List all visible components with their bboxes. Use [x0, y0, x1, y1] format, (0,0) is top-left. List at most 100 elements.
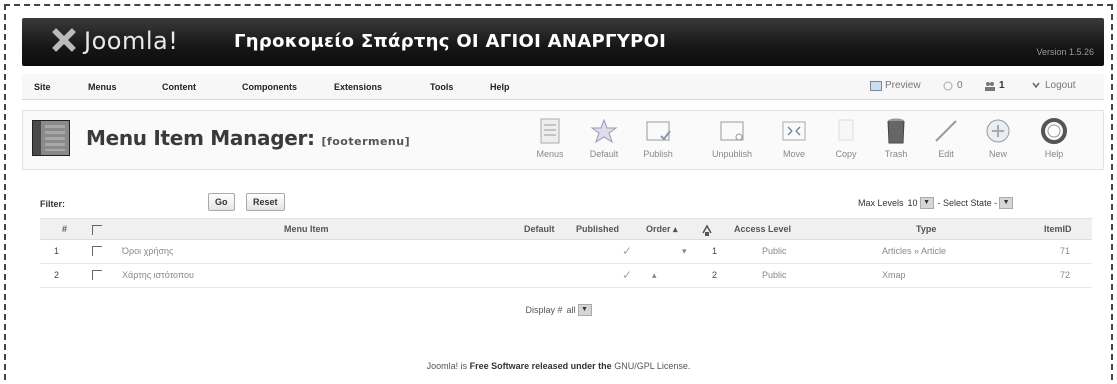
site-name: Γηροκομείο Σπάρτης ΟΙ ΑΓΙΟΙ ΑΝΑΡΓΥΡΟΙ	[234, 31, 667, 52]
toolbar-edit-label: Edit	[938, 149, 954, 159]
users-icon	[985, 81, 995, 91]
toolbar-edit-button[interactable]: Edit	[922, 116, 970, 159]
header-type[interactable]: Type	[916, 224, 936, 234]
messages-count: 0	[957, 80, 963, 91]
toolbar-publish-button[interactable]: Publish	[634, 116, 682, 159]
header-default: Default	[524, 224, 555, 234]
levels-filter: Max Levels 10 ▼ - Select State - ▼	[858, 197, 1014, 209]
order-down-arrow[interactable]: ▾	[682, 246, 687, 257]
menu-help[interactable]: Help	[490, 82, 510, 92]
go-button[interactable]: Go	[208, 193, 235, 211]
joomla-logo-icon	[52, 28, 76, 52]
menus-icon	[540, 118, 560, 144]
logout-icon	[1032, 82, 1040, 88]
row-type: Articles » Article	[882, 246, 947, 256]
menu-tools[interactable]: Tools	[430, 82, 453, 92]
toolbar-trash-button[interactable]: Trash	[872, 116, 920, 159]
display-limit-value: all	[566, 305, 576, 315]
menu-items-table: # Menu Item Default Published Order ▴ Ac…	[40, 218, 1092, 288]
messages-link[interactable]: 0	[942, 80, 963, 91]
header-access-level[interactable]: Access Level	[734, 224, 791, 234]
logout-link[interactable]: Logout	[1030, 80, 1076, 91]
published-check-icon[interactable]: ✓	[622, 244, 632, 258]
order-up-arrow[interactable]: ▴	[652, 270, 657, 281]
header-order-label: Order	[646, 224, 671, 234]
published-check-icon[interactable]: ✓	[622, 268, 632, 282]
chevron-down-icon: ▼	[999, 197, 1014, 209]
footer-bold: Free Software released under the	[469, 361, 612, 371]
messages-icon	[943, 81, 953, 90]
pagination-display: Display # all ▼	[0, 304, 1117, 316]
display-limit-select[interactable]: all ▼	[567, 304, 592, 316]
page-title: Menu Item Manager: [footermenu]	[86, 126, 410, 150]
page-title-text: Menu Item Manager:	[86, 126, 315, 150]
toolbar-menus-label: Menus	[536, 149, 564, 159]
joomla-brand: Joomla!	[84, 27, 179, 55]
reset-button[interactable]: Reset	[246, 193, 285, 211]
edit-pencil-icon	[935, 120, 957, 142]
row-itemid: 72	[1060, 270, 1071, 280]
toolbar-move-button[interactable]: Move	[770, 116, 818, 159]
copy-icon	[838, 119, 854, 141]
menu-site[interactable]: Site	[34, 82, 51, 92]
row-type: Xmap	[882, 270, 906, 280]
select-all-checkbox[interactable]	[92, 225, 102, 235]
save-order-icon[interactable]	[700, 223, 714, 237]
row-order[interactable]: 2	[712, 270, 717, 280]
header-published[interactable]: Published	[576, 224, 619, 234]
version-label: Version 1.5.26	[1036, 47, 1094, 57]
preview-link[interactable]: Preview	[870, 80, 921, 91]
row-checkbox[interactable]	[92, 270, 102, 280]
header-menu-item[interactable]: Menu Item	[284, 224, 329, 234]
menu-content[interactable]: Content	[162, 82, 196, 92]
row-order[interactable]: 1	[712, 246, 717, 256]
display-label: Display #	[525, 305, 563, 315]
row-access-level[interactable]: Public	[762, 246, 787, 256]
users-link[interactable]: 1	[984, 80, 1005, 91]
menu-components[interactable]: Components	[242, 82, 297, 92]
toolbar-publish-label: Publish	[643, 149, 673, 159]
row-menu-item-link[interactable]: Χάρτης ιστότοπου	[122, 270, 194, 280]
header-num: #	[62, 224, 68, 234]
toolbar-help-button[interactable]: Help	[1030, 116, 1078, 159]
gpl-license-link[interactable]: GNU/GPL License.	[614, 361, 690, 371]
footer-prefix: Joomla! is	[426, 361, 468, 371]
row-checkbox[interactable]	[92, 246, 102, 256]
move-icon	[782, 121, 806, 141]
menu-menus[interactable]: Menus	[88, 82, 117, 92]
toolbar-help-label: Help	[1044, 149, 1064, 159]
toolbar-default-label: Default	[589, 149, 619, 159]
filter-input[interactable]	[70, 194, 198, 212]
row-menu-item-link[interactable]: Όροι χρήσης	[122, 246, 173, 256]
admin-menubar: Site Menus Content Components Extensions…	[22, 74, 1104, 100]
menu-extensions[interactable]: Extensions	[334, 82, 382, 92]
help-lifebuoy-icon	[1041, 118, 1067, 144]
toolbar-menus-button[interactable]: Menus	[526, 116, 574, 159]
max-levels-label: Max Levels	[858, 198, 904, 208]
max-levels-select[interactable]: 10 ▼	[908, 197, 934, 209]
star-icon	[590, 118, 618, 144]
publish-icon	[646, 121, 671, 141]
users-count: 1	[999, 80, 1005, 91]
page-subtitle: [footermenu]	[321, 135, 411, 148]
chevron-down-icon: ▼	[919, 197, 934, 209]
toolbar-unpublish-label: Unpublish	[711, 149, 753, 159]
row-num: 1	[54, 246, 60, 256]
unpublish-icon	[720, 121, 744, 141]
toolbar-default-button[interactable]: Default	[580, 116, 628, 159]
header-itemid[interactable]: ItemID	[1044, 224, 1072, 234]
new-plus-icon	[986, 119, 1010, 143]
row-access-level[interactable]: Public	[762, 270, 787, 280]
toolbar-new-label: New	[988, 149, 1007, 159]
toolbar-new-button[interactable]: New	[974, 116, 1022, 159]
header-order[interactable]: Order ▴	[646, 224, 678, 235]
state-select-value: - Select State -	[937, 198, 998, 208]
table-row: 2 Χάρτης ιστότοπου ✓ ▴ 2 Public Xmap 72	[40, 264, 1092, 288]
toolbar-copy-button[interactable]: Copy	[822, 116, 870, 159]
max-levels-value: 10	[907, 198, 918, 208]
menu-manager-icon	[32, 120, 70, 156]
table-header-row: # Menu Item Default Published Order ▴ Ac…	[40, 218, 1092, 240]
toolbar-unpublish-button[interactable]: Unpublish	[708, 116, 756, 159]
state-select[interactable]: - Select State - ▼	[938, 197, 1014, 209]
preview-label: Preview	[885, 80, 921, 91]
